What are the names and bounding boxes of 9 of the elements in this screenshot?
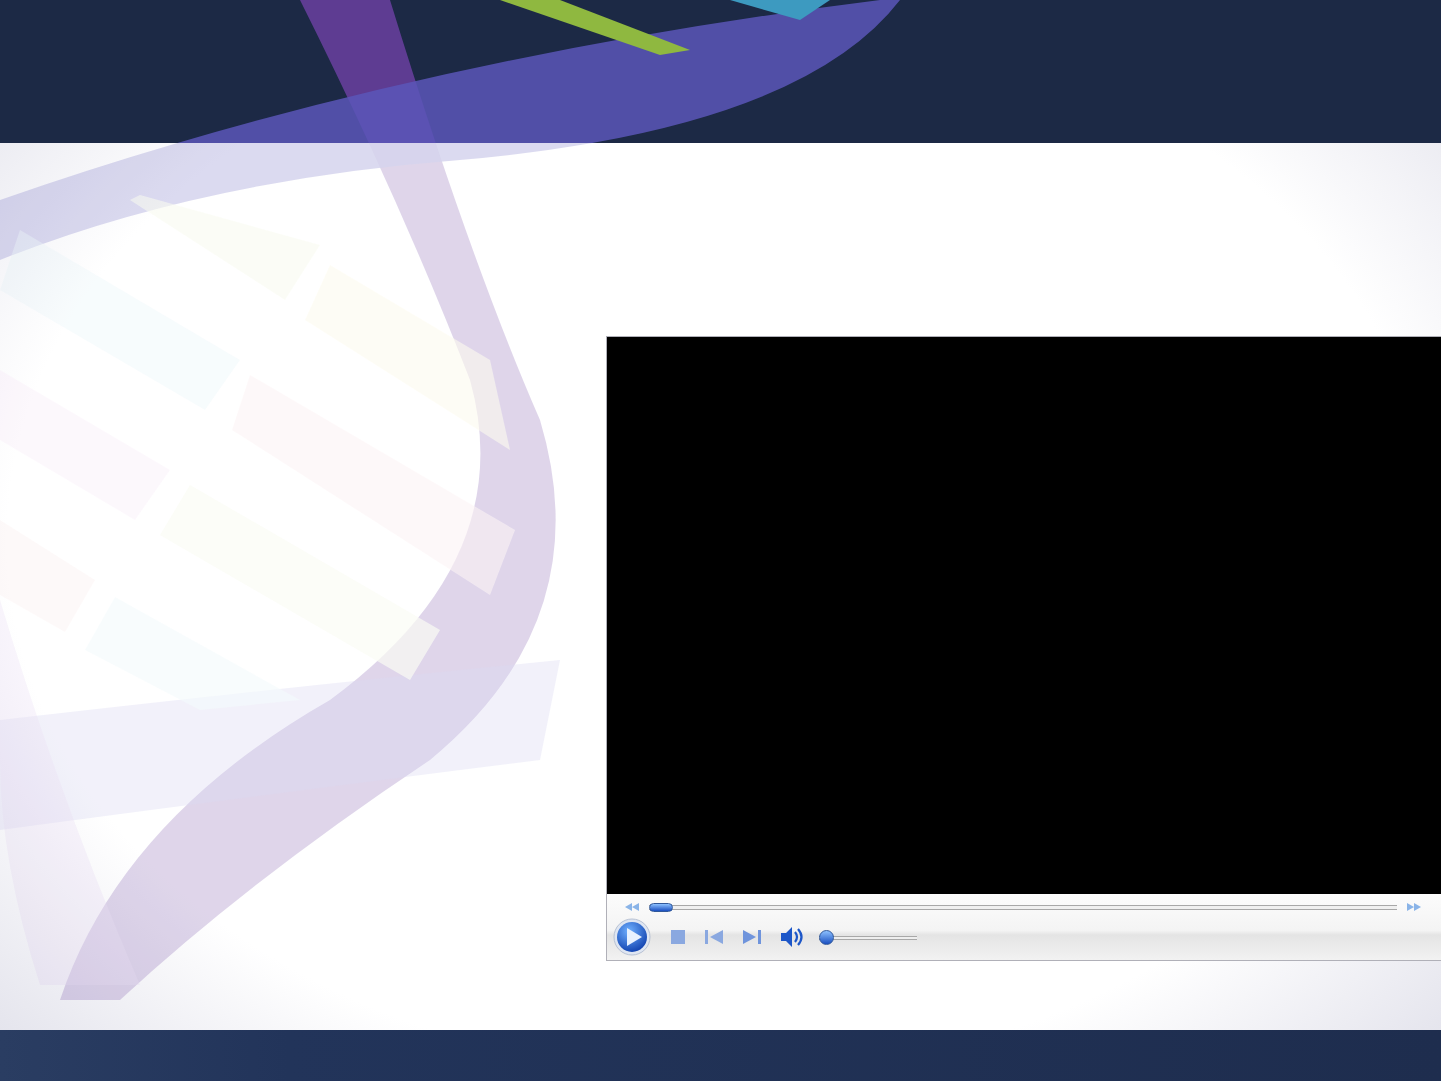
volume-handle[interactable] — [819, 929, 834, 945]
previous-icon[interactable] — [705, 930, 723, 944]
volume-icon[interactable] — [781, 927, 805, 947]
play-button[interactable] — [613, 918, 651, 956]
seek-handle[interactable] — [649, 902, 673, 912]
rewind-icon[interactable] — [625, 903, 639, 911]
next-icon[interactable] — [743, 930, 761, 944]
fast-forward-icon[interactable] — [1407, 903, 1421, 911]
seek-bar[interactable] — [649, 902, 1397, 912]
